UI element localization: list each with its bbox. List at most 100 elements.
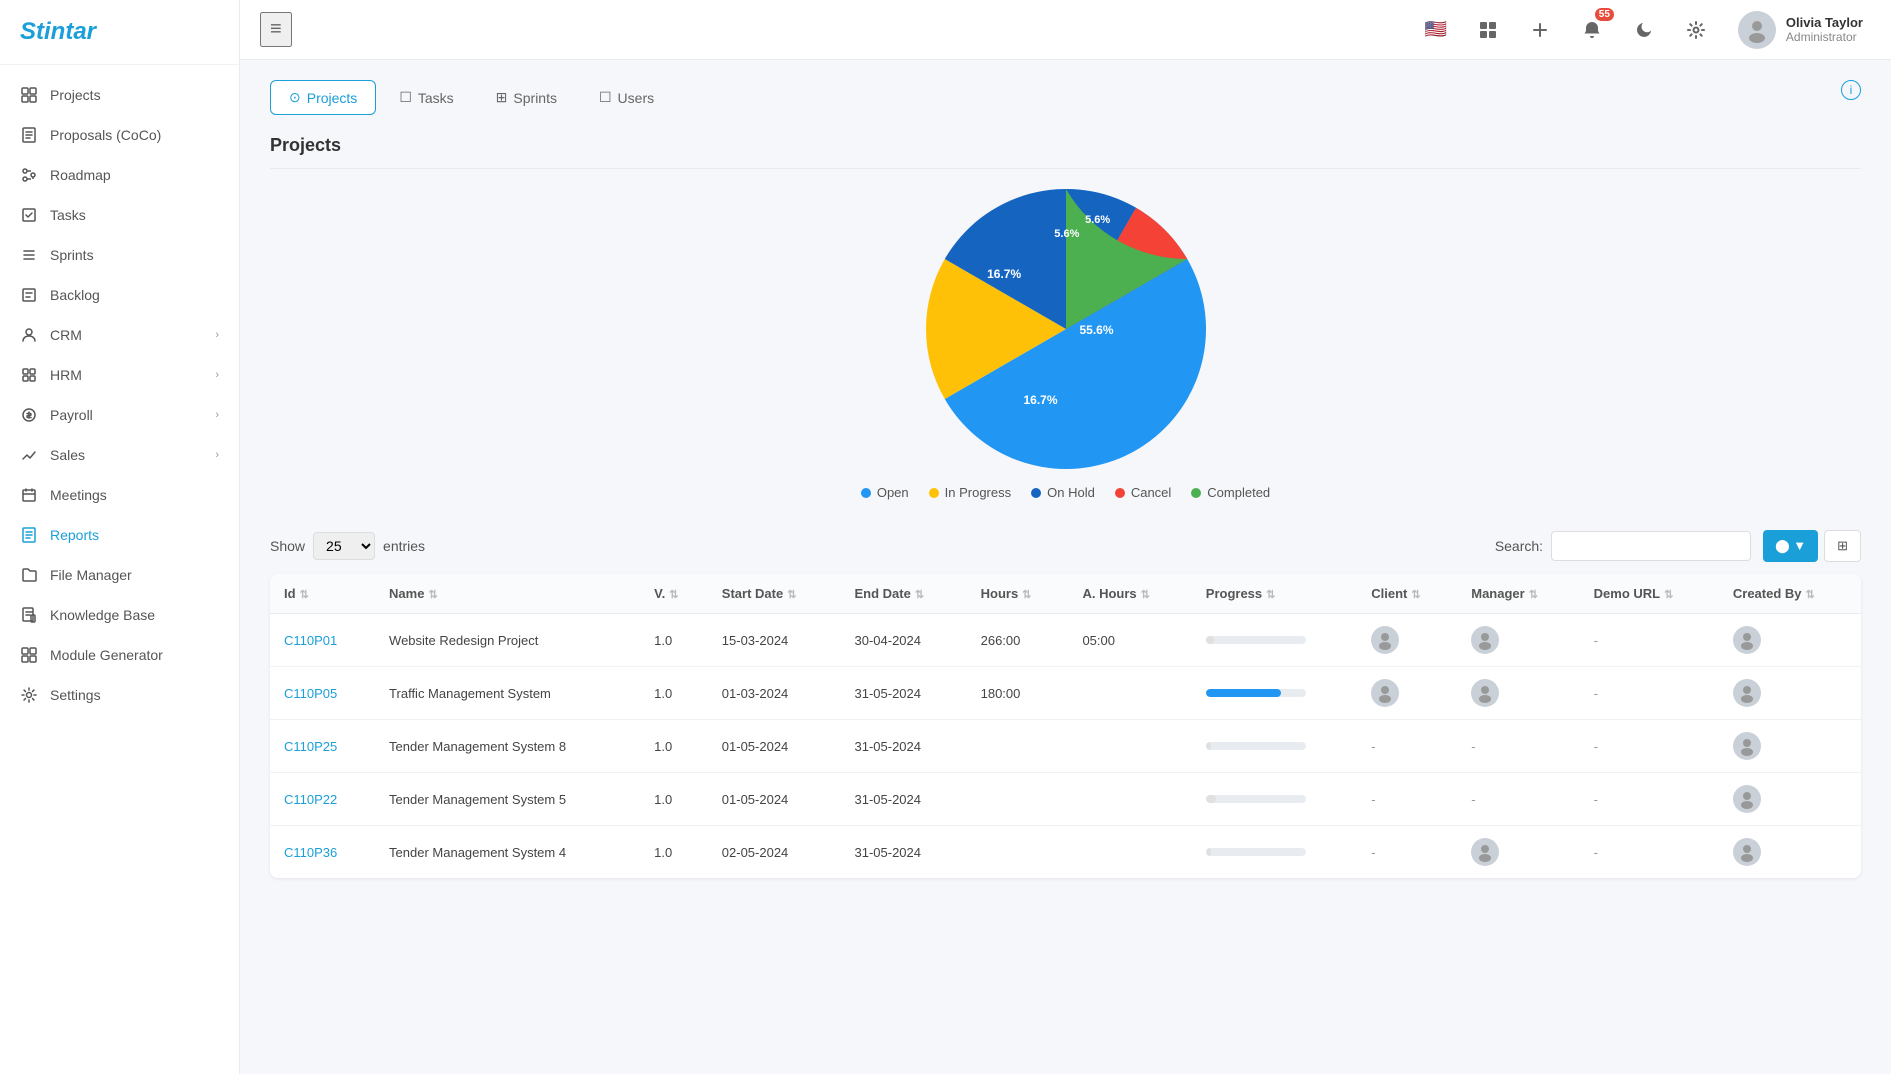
menu-toggle-button[interactable]: ≡ [260,12,292,47]
main-content: ⊙ Projects ☐ Tasks ⊞ Sprints ☐ Users i P… [240,60,1891,1074]
tab-bar: ⊙ Projects ☐ Tasks ⊞ Sprints ☐ Users i [270,80,1861,115]
cell-created-by [1719,614,1861,667]
sidebar-item-reports[interactable]: Reports [0,515,239,555]
progress-bar-fill [1206,795,1216,803]
user-role: Administrator [1786,30,1863,44]
project-id-link[interactable]: C110P01 [284,633,337,648]
cell-progress [1192,667,1357,720]
sidebar-item-file-manager[interactable]: File Manager [0,555,239,595]
col-created-by[interactable]: Created By⇅ [1719,574,1861,614]
sidebar-item-backlog[interactable]: Backlog [0,275,239,315]
tab-projects[interactable]: ⊙ Projects [270,80,376,115]
created-by-avatar [1733,732,1761,760]
roadmap-icon [20,166,38,184]
sidebar-label-reports: Reports [50,527,99,543]
tab-users-label: Users [618,90,655,106]
payroll-icon [20,406,38,424]
col-id[interactable]: Id⇅ [270,574,375,614]
sidebar-nav: Projects Proposals (CoCo) Roadmap Tasks … [0,65,239,725]
col-client[interactable]: Client⇅ [1357,574,1457,614]
col-a-hours[interactable]: A. Hours⇅ [1068,574,1191,614]
cell-end-date: 31-05-2024 [840,773,966,826]
col-name[interactable]: Name⇅ [375,574,640,614]
progress-bar-wrap [1206,795,1306,803]
col-start-date[interactable]: Start Date⇅ [708,574,841,614]
sidebar-label-module-generator: Module Generator [50,647,163,663]
sidebar-item-hrm[interactable]: HRM › [0,355,239,395]
project-id-link[interactable]: C110P05 [284,686,337,701]
sidebar-label-crm: CRM [50,327,82,343]
cell-a-hours [1068,720,1191,773]
settings-icon [20,686,38,704]
chevron-icon: › [215,449,219,461]
chart-legend: Open In Progress On Hold Cancel Complete… [861,485,1270,500]
filter-button[interactable]: ⬤ ▼ [1763,530,1818,562]
tab-sprints[interactable]: ⊞ Sprints [477,80,576,115]
projects-table: Id⇅ Name⇅ V.⇅ Start Date⇅ End Date⇅ Hour… [270,574,1861,878]
project-id-link[interactable]: C110P25 [284,739,337,754]
user-section[interactable]: Olivia Taylor Administrator [1730,7,1871,53]
cell-name: Traffic Management System [375,667,640,720]
progress-bar-wrap [1206,636,1306,644]
col-demo-url[interactable]: Demo URL⇅ [1580,574,1719,614]
legend-dot-cancel [1115,488,1125,498]
cell-client [1357,667,1457,720]
grid-icon[interactable] [1470,12,1506,48]
dark-mode-icon[interactable] [1626,12,1662,48]
sidebar-label-payroll: Payroll [50,407,93,423]
tab-users[interactable]: ☐ Users [580,80,673,115]
plus-icon[interactable] [1522,12,1558,48]
project-id-link[interactable]: C110P36 [284,845,337,860]
user-info: Olivia Taylor Administrator [1786,15,1863,44]
sidebar-item-crm[interactable]: CRM › [0,315,239,355]
cell-v: 1.0 [640,773,708,826]
sidebar-item-knowledge-base[interactable]: Knowledge Base [0,595,239,635]
sidebar-item-proposals[interactable]: Proposals (CoCo) [0,115,239,155]
sidebar-item-roadmap[interactable]: Roadmap [0,155,239,195]
sidebar-item-module-generator[interactable]: Module Generator [0,635,239,675]
project-id-link[interactable]: C110P22 [284,792,337,807]
crm-icon [20,326,38,344]
sidebar-item-meetings[interactable]: Meetings [0,475,239,515]
manager-avatar [1471,626,1499,654]
col-end-date[interactable]: End Date⇅ [840,574,966,614]
cell-hours [967,826,1069,879]
col-progress[interactable]: Progress⇅ [1192,574,1357,614]
table-row: C110P01 Website Redesign Project 1.0 15-… [270,614,1861,667]
cell-created-by [1719,826,1861,879]
tab-sprints-label: Sprints [513,90,557,106]
show-label: Show [270,538,305,554]
sidebar-item-settings[interactable]: Settings [0,675,239,715]
progress-bar-wrap [1206,848,1306,856]
cell-hours: 180:00 [967,667,1069,720]
notification-bell-icon[interactable]: 55 [1574,12,1610,48]
cell-a-hours [1068,826,1191,879]
col-v[interactable]: V.⇅ [640,574,708,614]
tab-tasks[interactable]: ☐ Tasks [380,80,472,115]
info-icon[interactable]: i [1841,80,1861,100]
col-hours[interactable]: Hours⇅ [967,574,1069,614]
progress-bar-wrap [1206,742,1306,750]
export-button[interactable]: ⊞ [1824,530,1861,562]
flag-icon[interactable]: 🇺🇸 [1418,12,1454,48]
knowledge-icon [20,606,38,624]
tab-tasks-label: Tasks [418,90,454,106]
sidebar-label-backlog: Backlog [50,287,100,303]
cell-manager [1457,667,1579,720]
sidebar-item-sales[interactable]: Sales › [0,435,239,475]
sidebar-item-projects[interactable]: Projects [0,75,239,115]
progress-bar-fill [1206,742,1211,750]
cell-manager: - [1457,773,1579,826]
settings-gear-icon[interactable] [1678,12,1714,48]
search-input[interactable] [1551,531,1751,561]
cell-start-date: 02-05-2024 [708,826,841,879]
sidebar-item-payroll[interactable]: Payroll › [0,395,239,435]
col-manager[interactable]: Manager⇅ [1457,574,1579,614]
sidebar-item-tasks[interactable]: Tasks [0,195,239,235]
sidebar-label-tasks: Tasks [50,207,86,223]
show-select[interactable]: 2550100 [313,532,375,560]
cell-v: 1.0 [640,826,708,879]
sidebar-item-sprints[interactable]: Sprints [0,235,239,275]
cell-hours [967,720,1069,773]
cell-v: 1.0 [640,720,708,773]
